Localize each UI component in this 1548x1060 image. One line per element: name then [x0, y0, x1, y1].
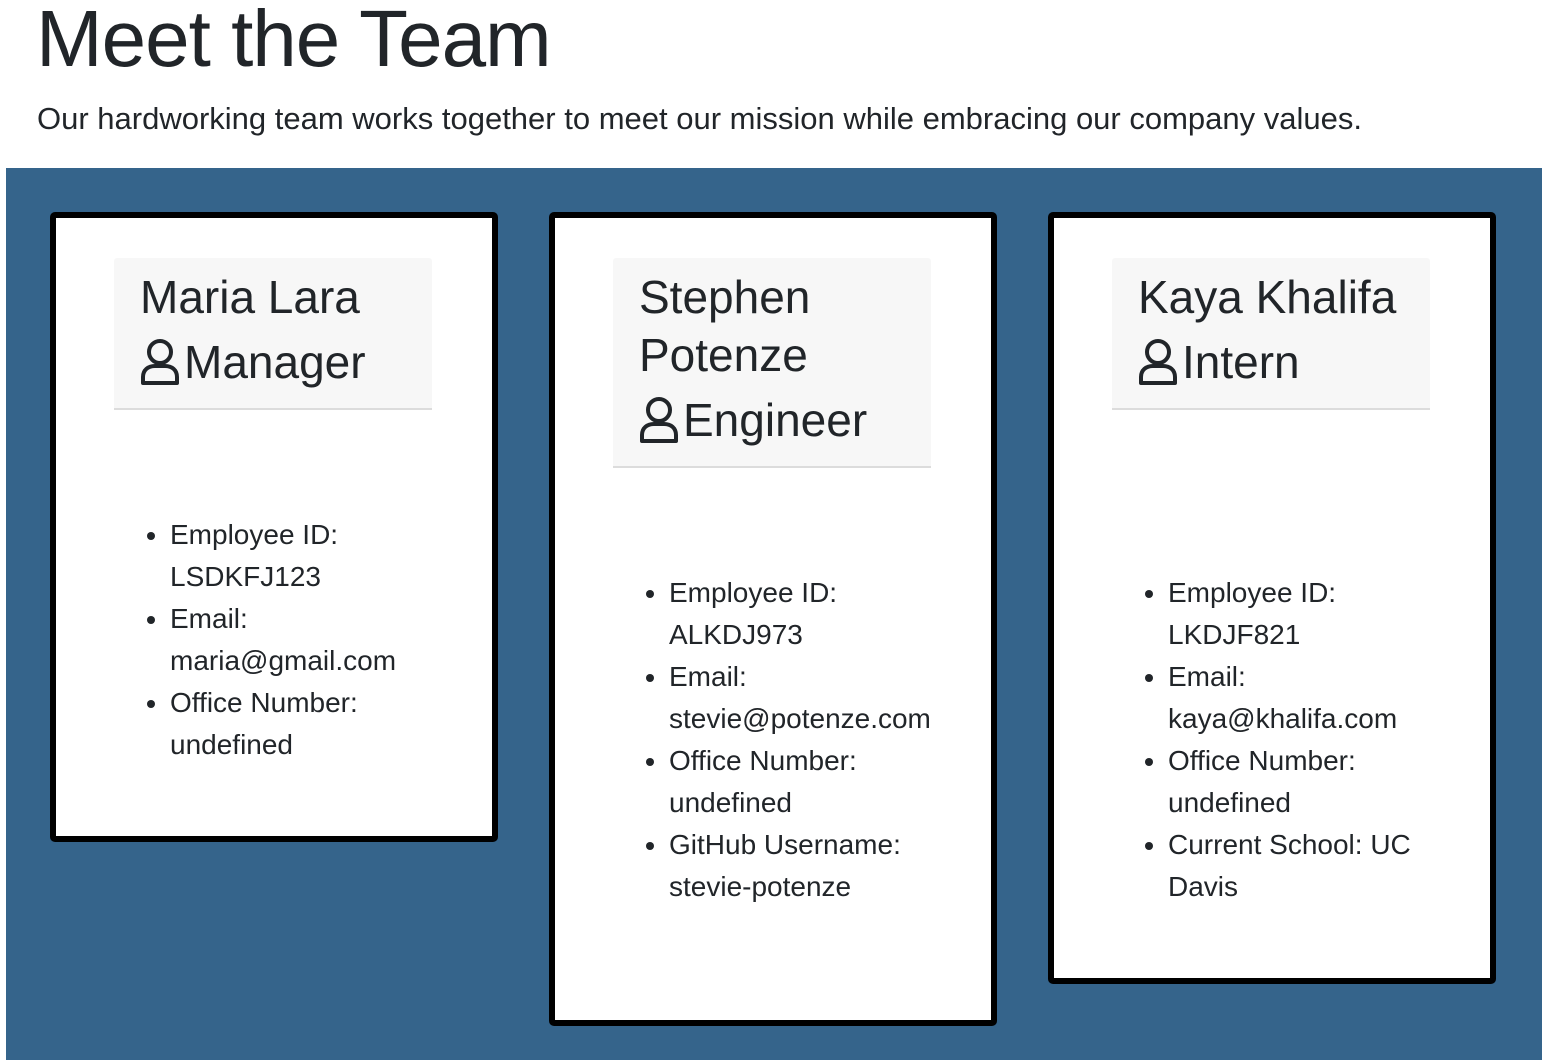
employee-card-intern: Kaya Khalifa Intern Employee ID: LKDJF82… — [1048, 212, 1496, 984]
detail-office-number: Office Number: undefined — [170, 682, 440, 766]
employee-details: Employee ID: ALKDJ973 Email: stevie@pote… — [639, 572, 939, 908]
detail-employee-id: Employee ID: LSDKFJ123 — [170, 514, 440, 598]
detail-employee-id: Employee ID: LKDJF821 — [1168, 572, 1438, 656]
employee-name: Kaya Khalifa — [1138, 271, 1397, 323]
detail-current-school: Current School: UC Davis — [1168, 824, 1438, 908]
detail-email: Email: kaya@khalifa.com — [1168, 656, 1438, 740]
detail-employee-id: Employee ID: ALKDJ973 — [669, 572, 939, 656]
employee-details: Employee ID: LSDKFJ123 Email: maria@gmai… — [140, 514, 440, 766]
page-title: Meet the Team — [36, 0, 552, 83]
employee-role-label: Engineer — [683, 394, 868, 446]
employee-role: Engineer — [639, 390, 905, 450]
detail-office-number: Office Number: undefined — [1168, 740, 1438, 824]
employee-role: Intern — [1138, 332, 1404, 392]
detail-github-username: GitHub Username: stevie-potenze — [669, 824, 939, 908]
detail-email: Email: maria@gmail.com — [170, 598, 440, 682]
employee-role-label: Manager — [184, 336, 366, 388]
employee-details: Employee ID: LKDJF821 Email: kaya@khalif… — [1138, 572, 1438, 908]
page-header: Meet the Team Our hardworking team works… — [0, 0, 1548, 168]
card-header: Kaya Khalifa Intern — [1112, 258, 1430, 410]
card-header: Stephen Potenze Engineer — [613, 258, 931, 468]
detail-email: Email: stevie@potenze.com — [669, 656, 939, 740]
employee-name: Maria Lara — [140, 271, 360, 323]
user-icon — [1139, 339, 1177, 385]
page-subtitle: Our hardworking team works together to m… — [37, 101, 1362, 136]
user-icon — [640, 397, 678, 443]
employee-role: Manager — [140, 332, 406, 392]
employee-card-engineer: Stephen Potenze Engineer Employee ID: AL… — [549, 212, 997, 1026]
employee-name: Stephen Potenze — [639, 271, 811, 381]
detail-office-number: Office Number: undefined — [669, 740, 939, 824]
card-header: Maria Lara Manager — [114, 258, 432, 410]
employee-role-label: Intern — [1182, 336, 1300, 388]
employee-card-manager: Maria Lara Manager Employee ID: LSDKFJ12… — [50, 212, 498, 842]
team-panel: Maria Lara Manager Employee ID: LSDKFJ12… — [6, 168, 1542, 1060]
user-icon — [141, 339, 179, 385]
